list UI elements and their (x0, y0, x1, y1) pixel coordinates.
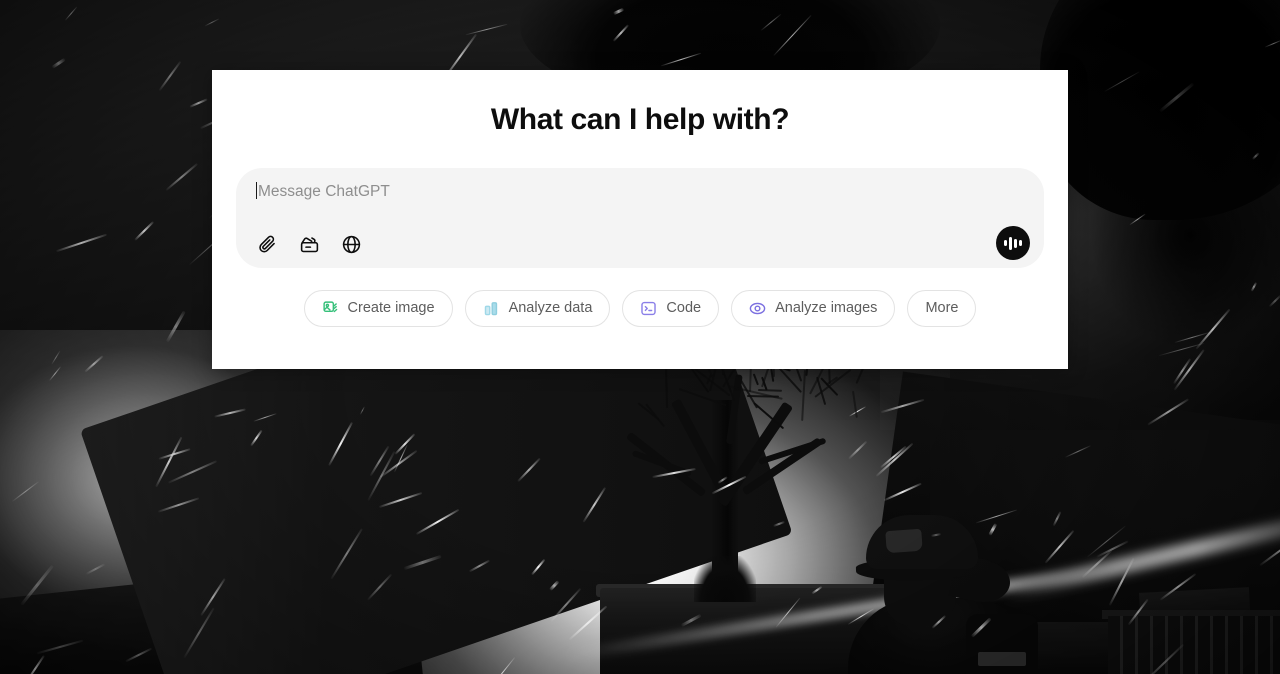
terminal-icon (640, 300, 657, 317)
chip-code[interactable]: Code (622, 290, 720, 327)
search-web-button[interactable] (338, 231, 364, 257)
suggestion-chips: Create image Analyze data Code Analyze i… (236, 290, 1044, 327)
screenshot-stage: What can I help with? Message ChatGPT Cr… (0, 0, 1280, 674)
chip-label: Analyze data (508, 300, 593, 317)
composer-toolbar (254, 231, 364, 257)
chip-analyze-data[interactable]: Analyze data (464, 290, 611, 327)
globe-icon (341, 234, 362, 255)
message-input[interactable]: Message ChatGPT (252, 182, 1028, 202)
paperclip-icon (257, 234, 277, 254)
chip-label: Analyze images (775, 300, 878, 317)
eye-icon (749, 300, 766, 317)
toolbox-icon (299, 234, 320, 255)
page-title: What can I help with? (490, 103, 790, 136)
image-icon (322, 300, 339, 317)
bar-chart-icon (483, 300, 500, 317)
voice-waveform-icon (1004, 235, 1022, 251)
message-composer[interactable]: Message ChatGPT (236, 168, 1044, 268)
chip-more[interactable]: More (907, 290, 977, 327)
voice-mode-button[interactable] (996, 226, 1030, 260)
message-input-placeholder: Message ChatGPT (258, 183, 390, 200)
chip-label: Create image (347, 300, 435, 317)
chatgpt-card: What can I help with? Message ChatGPT Cr… (212, 70, 1068, 369)
chip-label: Code (666, 300, 702, 317)
tools-button[interactable] (296, 231, 322, 257)
chip-create-image[interactable]: Create image (303, 290, 453, 327)
chip-label: More (925, 300, 959, 317)
text-caret (256, 182, 257, 199)
chip-analyze-images[interactable]: Analyze images (731, 290, 896, 327)
attach-file-button[interactable] (254, 231, 280, 257)
